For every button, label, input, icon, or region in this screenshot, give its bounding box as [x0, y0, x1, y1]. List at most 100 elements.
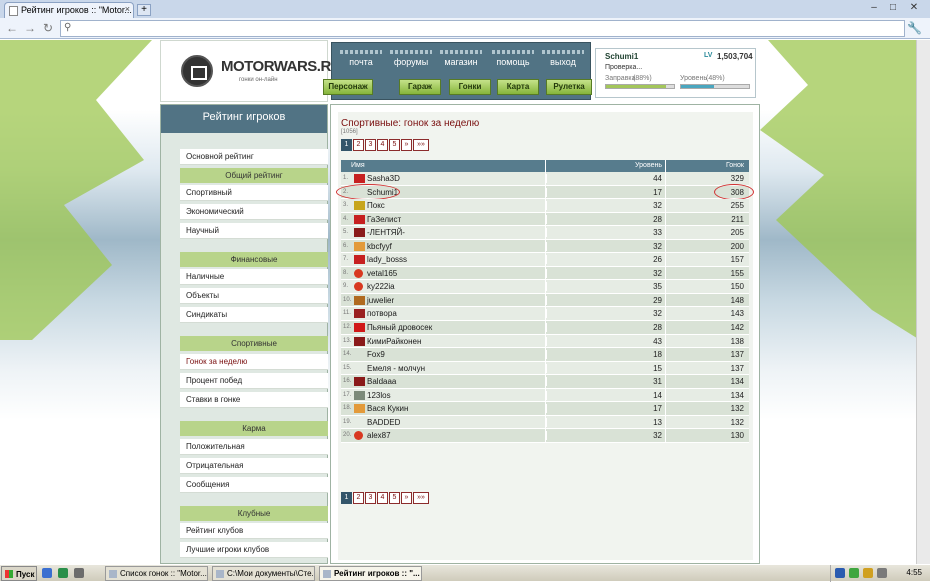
browser-tab[interactable]: Рейтинг игроков :: "Motor... ×	[4, 2, 134, 18]
page-5-link[interactable]: 5	[389, 492, 400, 504]
back-icon[interactable]: ←	[5, 21, 19, 35]
races-cell: 138	[730, 336, 744, 346]
rank: 3.	[343, 202, 349, 209]
address-bar[interactable]: ⚲	[60, 20, 905, 37]
races-button[interactable]: Гонки	[449, 79, 491, 95]
site-logo[interactable]: MOTORWARS.RU гонки он-лайн	[160, 40, 342, 102]
player-link[interactable]: kbcfyyf	[367, 242, 392, 251]
player-link[interactable]: vetal165	[367, 269, 397, 278]
sidebar-item-club-best[interactable]: Лучшие игроки клубов	[180, 542, 328, 558]
nav-shop[interactable]: магазин	[440, 50, 482, 67]
garage-button[interactable]: Гараж	[399, 79, 441, 95]
page-2-link[interactable]: 2	[353, 492, 364, 504]
nav-help[interactable]: помощь	[492, 50, 534, 67]
close-window-button[interactable]: ✕	[906, 2, 922, 14]
logo-wheel-icon	[181, 55, 213, 87]
next-page-link[interactable]: »	[401, 492, 412, 504]
sidebar-item-objects[interactable]: Объекты	[180, 288, 328, 304]
sidebar-item-positive[interactable]: Положительная	[180, 439, 328, 455]
races-cell: 134	[730, 377, 744, 387]
page-2-link[interactable]: 2	[353, 139, 364, 151]
close-tab-icon[interactable]: ×	[125, 4, 130, 14]
sidebar-item-win-percent[interactable]: Процент побед	[180, 373, 328, 389]
desktop-icon[interactable]	[58, 568, 68, 578]
wrench-icon[interactable]: 🔧	[907, 21, 922, 35]
player-link[interactable]: alex87	[367, 431, 391, 440]
player-link[interactable]: Емеля - молчун	[367, 364, 425, 373]
sidebar-item-negative[interactable]: Отрицательная	[180, 458, 328, 474]
sidebar-item-main-rating[interactable]: Основной рейтинг	[180, 149, 328, 165]
sidebar-item-science[interactable]: Научный	[180, 223, 328, 239]
last-page-link[interactable]: »»	[413, 139, 429, 151]
sidebar-item-club-rating[interactable]: Рейтинг клубов	[180, 523, 328, 539]
table-row: 6. kbcfyyf 32 200	[341, 239, 749, 254]
table-row: 9. ky222ia 35 150	[341, 280, 749, 294]
next-page-link[interactable]: »	[401, 139, 412, 151]
nav-forums[interactable]: форумы	[390, 50, 432, 67]
level-bar-label: Уровень	[680, 75, 707, 82]
player-link[interactable]: Fox9	[367, 350, 385, 359]
flag-icon	[354, 201, 365, 211]
task-documents[interactable]: C:\Мои документы\Сте...	[212, 566, 315, 581]
player-link[interactable]: lady_bosss	[367, 255, 407, 264]
player-link[interactable]: ky222ia	[367, 282, 395, 291]
player-name[interactable]: Schumi1	[605, 52, 638, 61]
page-1-link[interactable]: 1	[341, 139, 352, 151]
reload-icon[interactable]: ↻	[41, 21, 55, 35]
new-tab-button[interactable]: +	[137, 4, 151, 16]
nav-mail[interactable]: почта	[340, 50, 382, 67]
antivirus-icon[interactable]	[863, 568, 873, 578]
sidebar-item-cash[interactable]: Наличные	[180, 269, 328, 285]
club-icon	[354, 336, 365, 346]
sidebar-item-syndicates[interactable]: Синдикаты	[180, 307, 328, 323]
races-cell: 157	[730, 255, 744, 265]
ie-icon[interactable]	[42, 568, 52, 578]
sidebar-item-races-week[interactable]: Гонок за неделю	[180, 354, 328, 370]
player-link[interactable]: BADDED	[367, 418, 400, 427]
roulette-button[interactable]: Рулетка	[546, 79, 592, 95]
last-page-link[interactable]: »»	[413, 492, 429, 504]
quicklaunch-icon[interactable]	[74, 568, 84, 578]
player-link[interactable]: Вася Кукин	[367, 404, 408, 413]
page-1-link[interactable]: 1	[341, 492, 352, 504]
player-link[interactable]: 123los	[367, 391, 391, 400]
sidebar-item-sport[interactable]: Спортивный	[180, 185, 328, 201]
level-cell: 17	[546, 187, 662, 197]
task-races-list[interactable]: Список гонок :: "Motor...	[105, 566, 208, 581]
sidebar-item-messages[interactable]: Сообщения	[180, 477, 328, 493]
table-row: 8. vetal165 32 155	[341, 266, 749, 281]
status-text: Проверка...	[605, 64, 643, 71]
page-4-link[interactable]: 4	[377, 139, 388, 151]
player-link[interactable]: juwelier	[367, 296, 394, 305]
sidebar-item-bets[interactable]: Ставки в гонке	[180, 392, 328, 408]
fuel-label: Заправка	[605, 75, 636, 82]
player-link[interactable]: Пьяный дровосек	[367, 323, 432, 332]
page-3-link[interactable]: 3	[365, 139, 376, 151]
network-icon[interactable]	[849, 568, 859, 578]
maximize-button[interactable]: □	[885, 2, 901, 14]
sidebar-item-economic[interactable]: Экономический	[180, 204, 328, 220]
player-link[interactable]: потвора	[367, 309, 397, 318]
page-3-link[interactable]: 3	[365, 492, 376, 504]
start-button[interactable]: Пуск	[1, 566, 37, 581]
lang-icon[interactable]	[835, 568, 845, 578]
races-cell: 134	[730, 390, 744, 400]
volume-icon[interactable]	[877, 568, 887, 578]
task-rating[interactable]: Рейтинг игроков :: "...	[319, 566, 422, 581]
player-link[interactable]: -ЛЕНТЯЙ-	[367, 228, 405, 237]
player-link[interactable]: Sasha3D	[367, 174, 400, 183]
character-button[interactable]: Персонаж	[323, 79, 373, 95]
player-link[interactable]: ГаЗелист	[367, 215, 401, 224]
player-link[interactable]: Покс	[367, 201, 385, 210]
sidebar-title: Рейтинг игроков	[161, 105, 327, 133]
page-5-link[interactable]: 5	[389, 139, 400, 151]
nav-exit[interactable]: выход	[542, 50, 584, 67]
player-link[interactable]: КимиРайконен	[367, 337, 421, 346]
page-4-link[interactable]: 4	[377, 492, 388, 504]
minimize-button[interactable]: –	[866, 2, 882, 14]
forward-icon[interactable]: →	[23, 21, 37, 35]
player-link[interactable]: Baldaaa	[367, 377, 396, 386]
level-cell: 17	[546, 404, 662, 414]
page-scrollbar[interactable]	[916, 40, 930, 564]
map-button[interactable]: Карта	[497, 79, 539, 95]
